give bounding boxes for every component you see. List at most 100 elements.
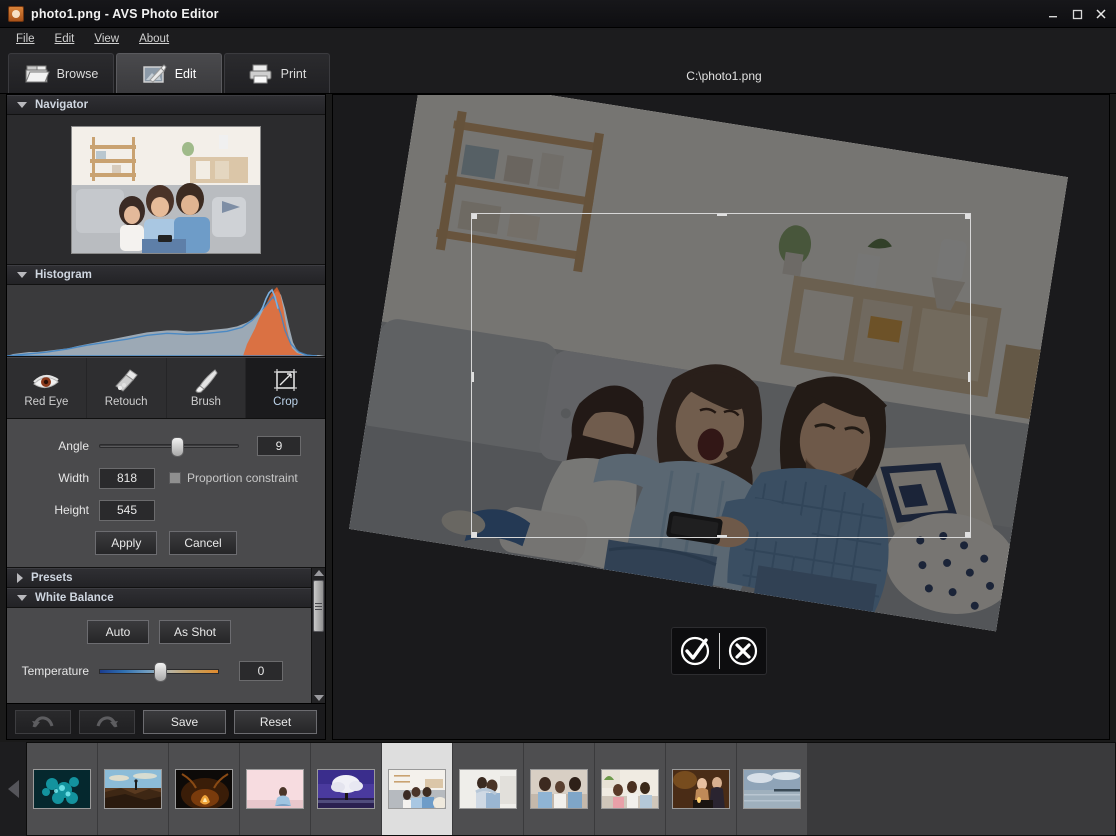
angle-slider-thumb[interactable]	[171, 437, 184, 457]
thumbnail-seascape-clouds	[743, 769, 801, 809]
retouch-icon	[111, 368, 141, 394]
reset-button[interactable]: Reset	[234, 709, 317, 734]
angle-slider[interactable]	[99, 437, 239, 457]
proportion-label: Proportion constraint	[187, 471, 298, 485]
angle-value[interactable]: 9	[257, 436, 301, 456]
list-item[interactable]	[311, 743, 382, 835]
tab-print-label: Print	[280, 66, 307, 81]
temperature-slider[interactable]	[99, 661, 219, 682]
scroll-up-arrow-icon[interactable]	[313, 570, 324, 576]
tool-tab-red-eye[interactable]: Red Eye	[7, 358, 87, 418]
crop-handle-bottom-right[interactable]	[965, 532, 970, 537]
tab-browse-label: Browse	[56, 66, 99, 81]
cancel-button[interactable]: Cancel	[169, 531, 237, 555]
cancel-crop-button[interactable]	[719, 628, 766, 674]
mode-tab-bar: Browse Edit Print C:\photo1.png	[0, 50, 1116, 94]
histogram-body	[7, 285, 325, 357]
pencil-image-icon	[142, 63, 168, 85]
temperature-row: Temperature 0	[7, 658, 311, 684]
crop-selection-rectangle[interactable]	[471, 213, 971, 538]
temperature-slider-thumb[interactable]	[154, 661, 167, 682]
histogram-section-header[interactable]: Histogram	[7, 265, 325, 285]
white-balance-section-header[interactable]: White Balance	[7, 588, 311, 608]
close-button[interactable]	[1090, 4, 1112, 24]
scroll-down-arrow-icon[interactable]	[313, 695, 324, 701]
title-bar: photo1.png - AVS Photo Editor	[0, 0, 1116, 28]
crop-handle-right[interactable]	[968, 372, 970, 382]
thumbnail-campfire-night	[175, 769, 233, 809]
thumbnail-sunset-cliff-hiker	[104, 769, 162, 809]
angle-label: Angle	[58, 439, 89, 453]
crop-handle-bottom[interactable]	[717, 535, 727, 537]
temperature-value[interactable]: 0	[239, 661, 283, 681]
printer-icon	[248, 63, 274, 85]
angle-row: Angle 9	[7, 433, 325, 459]
tab-edit[interactable]: Edit	[116, 53, 222, 93]
menu-file[interactable]: File	[8, 31, 43, 47]
white-balance-buttons: Auto As Shot	[7, 620, 311, 644]
tab-print[interactable]: Print	[224, 53, 330, 93]
tool-tab-brush[interactable]: Brush	[167, 358, 247, 418]
list-item[interactable]	[240, 743, 311, 835]
crop-handle-top-right[interactable]	[965, 214, 970, 219]
redo-button[interactable]	[79, 709, 135, 734]
proportion-constraint[interactable]: Proportion constraint	[169, 471, 298, 485]
crop-handle-top-left[interactable]	[472, 214, 477, 219]
undo-button[interactable]	[15, 709, 71, 734]
left-action-bar: Save Reset	[7, 703, 325, 739]
tab-edit-label: Edit	[174, 66, 197, 81]
tool-tab-retouch-label: Retouch	[104, 396, 148, 408]
maximize-button[interactable]	[1066, 4, 1088, 24]
thumbnail-couple-dinner-candles	[672, 769, 730, 809]
list-item[interactable]	[453, 743, 524, 835]
photo-wrapper	[349, 95, 1068, 632]
menu-edit[interactable]: Edit	[47, 31, 83, 47]
list-item[interactable]	[98, 743, 169, 835]
list-item-selected[interactable]	[382, 743, 453, 835]
crop-handle-bottom-left[interactable]	[472, 532, 477, 537]
confirm-crop-button[interactable]	[672, 628, 719, 674]
folder-icon	[24, 63, 50, 85]
navigator-body[interactable]	[7, 115, 325, 265]
menu-view[interactable]: View	[86, 31, 127, 47]
tab-browse[interactable]: Browse	[8, 53, 114, 93]
minimize-button[interactable]	[1042, 4, 1064, 24]
tool-tab-retouch[interactable]: Retouch	[87, 358, 167, 418]
filmstrip-prev-button[interactable]	[0, 742, 26, 836]
image-canvas[interactable]	[332, 94, 1110, 740]
width-row: Width 818 Proportion constraint	[7, 465, 325, 491]
apply-button[interactable]: Apply	[95, 531, 158, 555]
adjustments-scrollbar[interactable]	[311, 568, 325, 703]
menu-about[interactable]: About	[131, 31, 177, 47]
crop-controls-panel: Angle 9 Width 818 Proportion constraint …	[7, 419, 325, 568]
list-item[interactable]	[666, 743, 737, 835]
app-icon	[8, 5, 24, 22]
proportion-checkbox[interactable]	[169, 472, 181, 484]
presets-section-header[interactable]: Presets	[7, 568, 311, 588]
list-item[interactable]	[524, 743, 595, 835]
thumbnail-teal-abstract-bokeh	[33, 769, 91, 809]
list-item[interactable]	[169, 743, 240, 835]
save-button[interactable]: Save	[143, 709, 226, 734]
tool-tab-brush-label: Brush	[190, 396, 221, 408]
list-item[interactable]	[27, 743, 98, 835]
width-label: Width	[58, 471, 89, 485]
wb-auto-button[interactable]: Auto	[86, 620, 149, 644]
crop-confirm-bar	[671, 627, 767, 675]
width-input[interactable]: 818	[99, 467, 155, 489]
navigator-section-header[interactable]: Navigator	[7, 95, 325, 115]
height-input[interactable]: 545	[99, 499, 155, 521]
navigator-thumbnail	[71, 125, 261, 254]
wb-as-shot-button[interactable]: As Shot	[158, 620, 232, 644]
brush-icon	[191, 368, 221, 394]
scrollbar-thumb[interactable]	[313, 580, 324, 632]
presets-title: Presets	[31, 572, 73, 584]
eye-icon	[31, 368, 61, 394]
crop-handle-top[interactable]	[717, 214, 727, 216]
chevron-down-icon	[17, 272, 27, 278]
crop-handle-left[interactable]	[472, 372, 474, 382]
tool-tab-crop[interactable]: Crop	[246, 358, 325, 418]
tool-tab-crop-label: Crop	[273, 396, 299, 408]
list-item[interactable]	[595, 743, 666, 835]
list-item[interactable]	[737, 743, 808, 835]
